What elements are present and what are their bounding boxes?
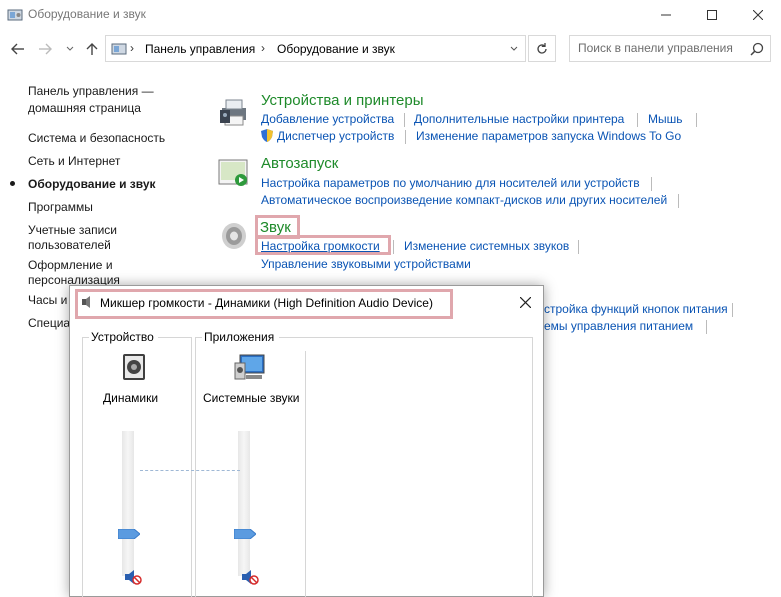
control-panel-icon: [7, 7, 23, 23]
sidebar-item-home[interactable]: Панель управления —: [28, 84, 154, 99]
system-sounds-icon[interactable]: [234, 353, 266, 386]
breadcrumb-hardware-sound[interactable]: Оборудование и звук: [277, 42, 395, 56]
sidebar-item-hardware-sound[interactable]: Оборудование и звук: [28, 177, 156, 192]
windows-to-go-link[interactable]: Изменение параметров запуска Windows To …: [416, 129, 681, 143]
link-separator: [393, 240, 394, 254]
link-separator: [404, 113, 405, 127]
autoplay-defaults-link[interactable]: Настройка параметров по умолчанию для но…: [261, 176, 640, 190]
speakers-label: Динамики: [103, 391, 159, 405]
link-separator: [678, 194, 679, 208]
sidebar-item-accessibility[interactable]: Специа: [28, 316, 70, 331]
link-separator: [696, 113, 697, 127]
minimize-button[interactable]: [643, 0, 689, 30]
manage-audio-devices-link[interactable]: Управление звуковыми устройствами: [261, 257, 471, 271]
apps-group-label: Приложения: [204, 330, 275, 344]
power-plan-link[interactable]: емы управления питанием: [544, 319, 693, 333]
adjust-volume-link[interactable]: Настройка громкости: [261, 239, 380, 253]
group-border: [191, 337, 192, 597]
sidebar-item-accounts[interactable]: Учетные записи: [28, 223, 117, 238]
breadcrumb-separator-icon: ›: [261, 41, 265, 55]
app-volume-slider[interactable]: [233, 528, 257, 539]
system-sounds-label: Системные звуки: [203, 391, 300, 405]
group-border: [195, 337, 202, 338]
mixer-title: Микшер громкости - Динамики (High Defini…: [100, 296, 433, 310]
volume-mixer-dialog: Микшер громкости - Динамики (High Defini…: [69, 285, 544, 597]
group-border: [82, 337, 83, 597]
recent-pages-chevron-icon[interactable]: [62, 41, 78, 57]
slider-link-line: [140, 470, 240, 471]
search-icon[interactable]: [750, 42, 764, 59]
printer-icon[interactable]: [218, 98, 250, 131]
device-volume-track[interactable]: [122, 431, 134, 576]
group-border: [158, 337, 191, 338]
refresh-button[interactable]: [528, 35, 556, 62]
sidebar-item-appearance[interactable]: Оформление и: [28, 258, 113, 273]
device-volume-slider[interactable]: [117, 528, 141, 539]
search-input[interactable]: [578, 41, 743, 55]
breadcrumb-control-panel[interactable]: Панель управления: [145, 42, 255, 56]
maximize-button[interactable]: [689, 0, 735, 30]
link-separator: [732, 303, 733, 317]
title-bar: Оборудование и звук: [0, 0, 781, 30]
group-border: [305, 351, 306, 597]
link-separator: [706, 320, 707, 334]
autoplay-icon[interactable]: [218, 158, 250, 191]
sound-title[interactable]: Звук: [260, 219, 291, 236]
close-button[interactable]: [735, 0, 781, 30]
shield-icon: [260, 128, 274, 146]
back-arrow-icon[interactable]: [10, 41, 26, 57]
sidebar-item-home-line2[interactable]: домашняя страница: [28, 101, 141, 116]
close-icon[interactable]: [515, 292, 535, 312]
address-bar[interactable]: › Панель управления › Оборудование и зву…: [105, 35, 526, 62]
device-manager-link[interactable]: Диспетчер устройств: [277, 129, 394, 143]
autoplay-cd-link[interactable]: Автоматическое воспроизведение компакт-д…: [261, 193, 667, 207]
sidebar-item-clock[interactable]: Часы и: [28, 293, 67, 308]
group-border: [279, 337, 305, 338]
forward-arrow-icon[interactable]: [37, 41, 53, 57]
device-mute-icon[interactable]: [124, 569, 142, 585]
app-mute-icon[interactable]: [241, 569, 259, 585]
mouse-link[interactable]: Мышь: [648, 112, 683, 126]
control-panel-icon: [111, 41, 127, 60]
breadcrumb-separator-icon: ›: [130, 41, 134, 55]
devices-title[interactable]: Устройства и принтеры: [261, 92, 423, 109]
group-border: [195, 337, 196, 597]
link-separator: [578, 240, 579, 254]
speaker-icon[interactable]: [220, 221, 248, 254]
group-border: [305, 337, 532, 338]
change-system-sounds-link[interactable]: Изменение системных звуков: [404, 239, 569, 253]
address-dropdown-icon[interactable]: [503, 36, 525, 61]
device-group-label: Устройство: [91, 330, 154, 344]
link-separator: [405, 130, 406, 144]
speakers-device-icon[interactable]: [122, 353, 146, 384]
group-border: [82, 337, 89, 338]
printer-settings-link[interactable]: Дополнительные настройки принтера: [414, 112, 624, 126]
search-box[interactable]: [569, 35, 771, 62]
autoplay-title[interactable]: Автозапуск: [261, 155, 338, 172]
up-arrow-icon[interactable]: [84, 41, 100, 57]
group-border: [532, 337, 533, 597]
active-bullet-icon: [10, 181, 15, 186]
sidebar-item-system-security[interactable]: Система и безопасность: [28, 131, 165, 146]
power-buttons-link[interactable]: стройка функций кнопок питания: [544, 302, 728, 316]
sidebar-item-network[interactable]: Сеть и Интернет: [28, 154, 120, 169]
link-separator: [651, 177, 652, 191]
window-title: Оборудование и звук: [28, 7, 146, 21]
app-volume-track[interactable]: [238, 431, 250, 576]
link-separator: [637, 113, 638, 127]
sidebar-item-programs[interactable]: Программы: [28, 200, 93, 215]
sidebar-item-accounts-line2[interactable]: пользователей: [28, 238, 111, 253]
add-device-link[interactable]: Добавление устройства: [261, 112, 394, 126]
